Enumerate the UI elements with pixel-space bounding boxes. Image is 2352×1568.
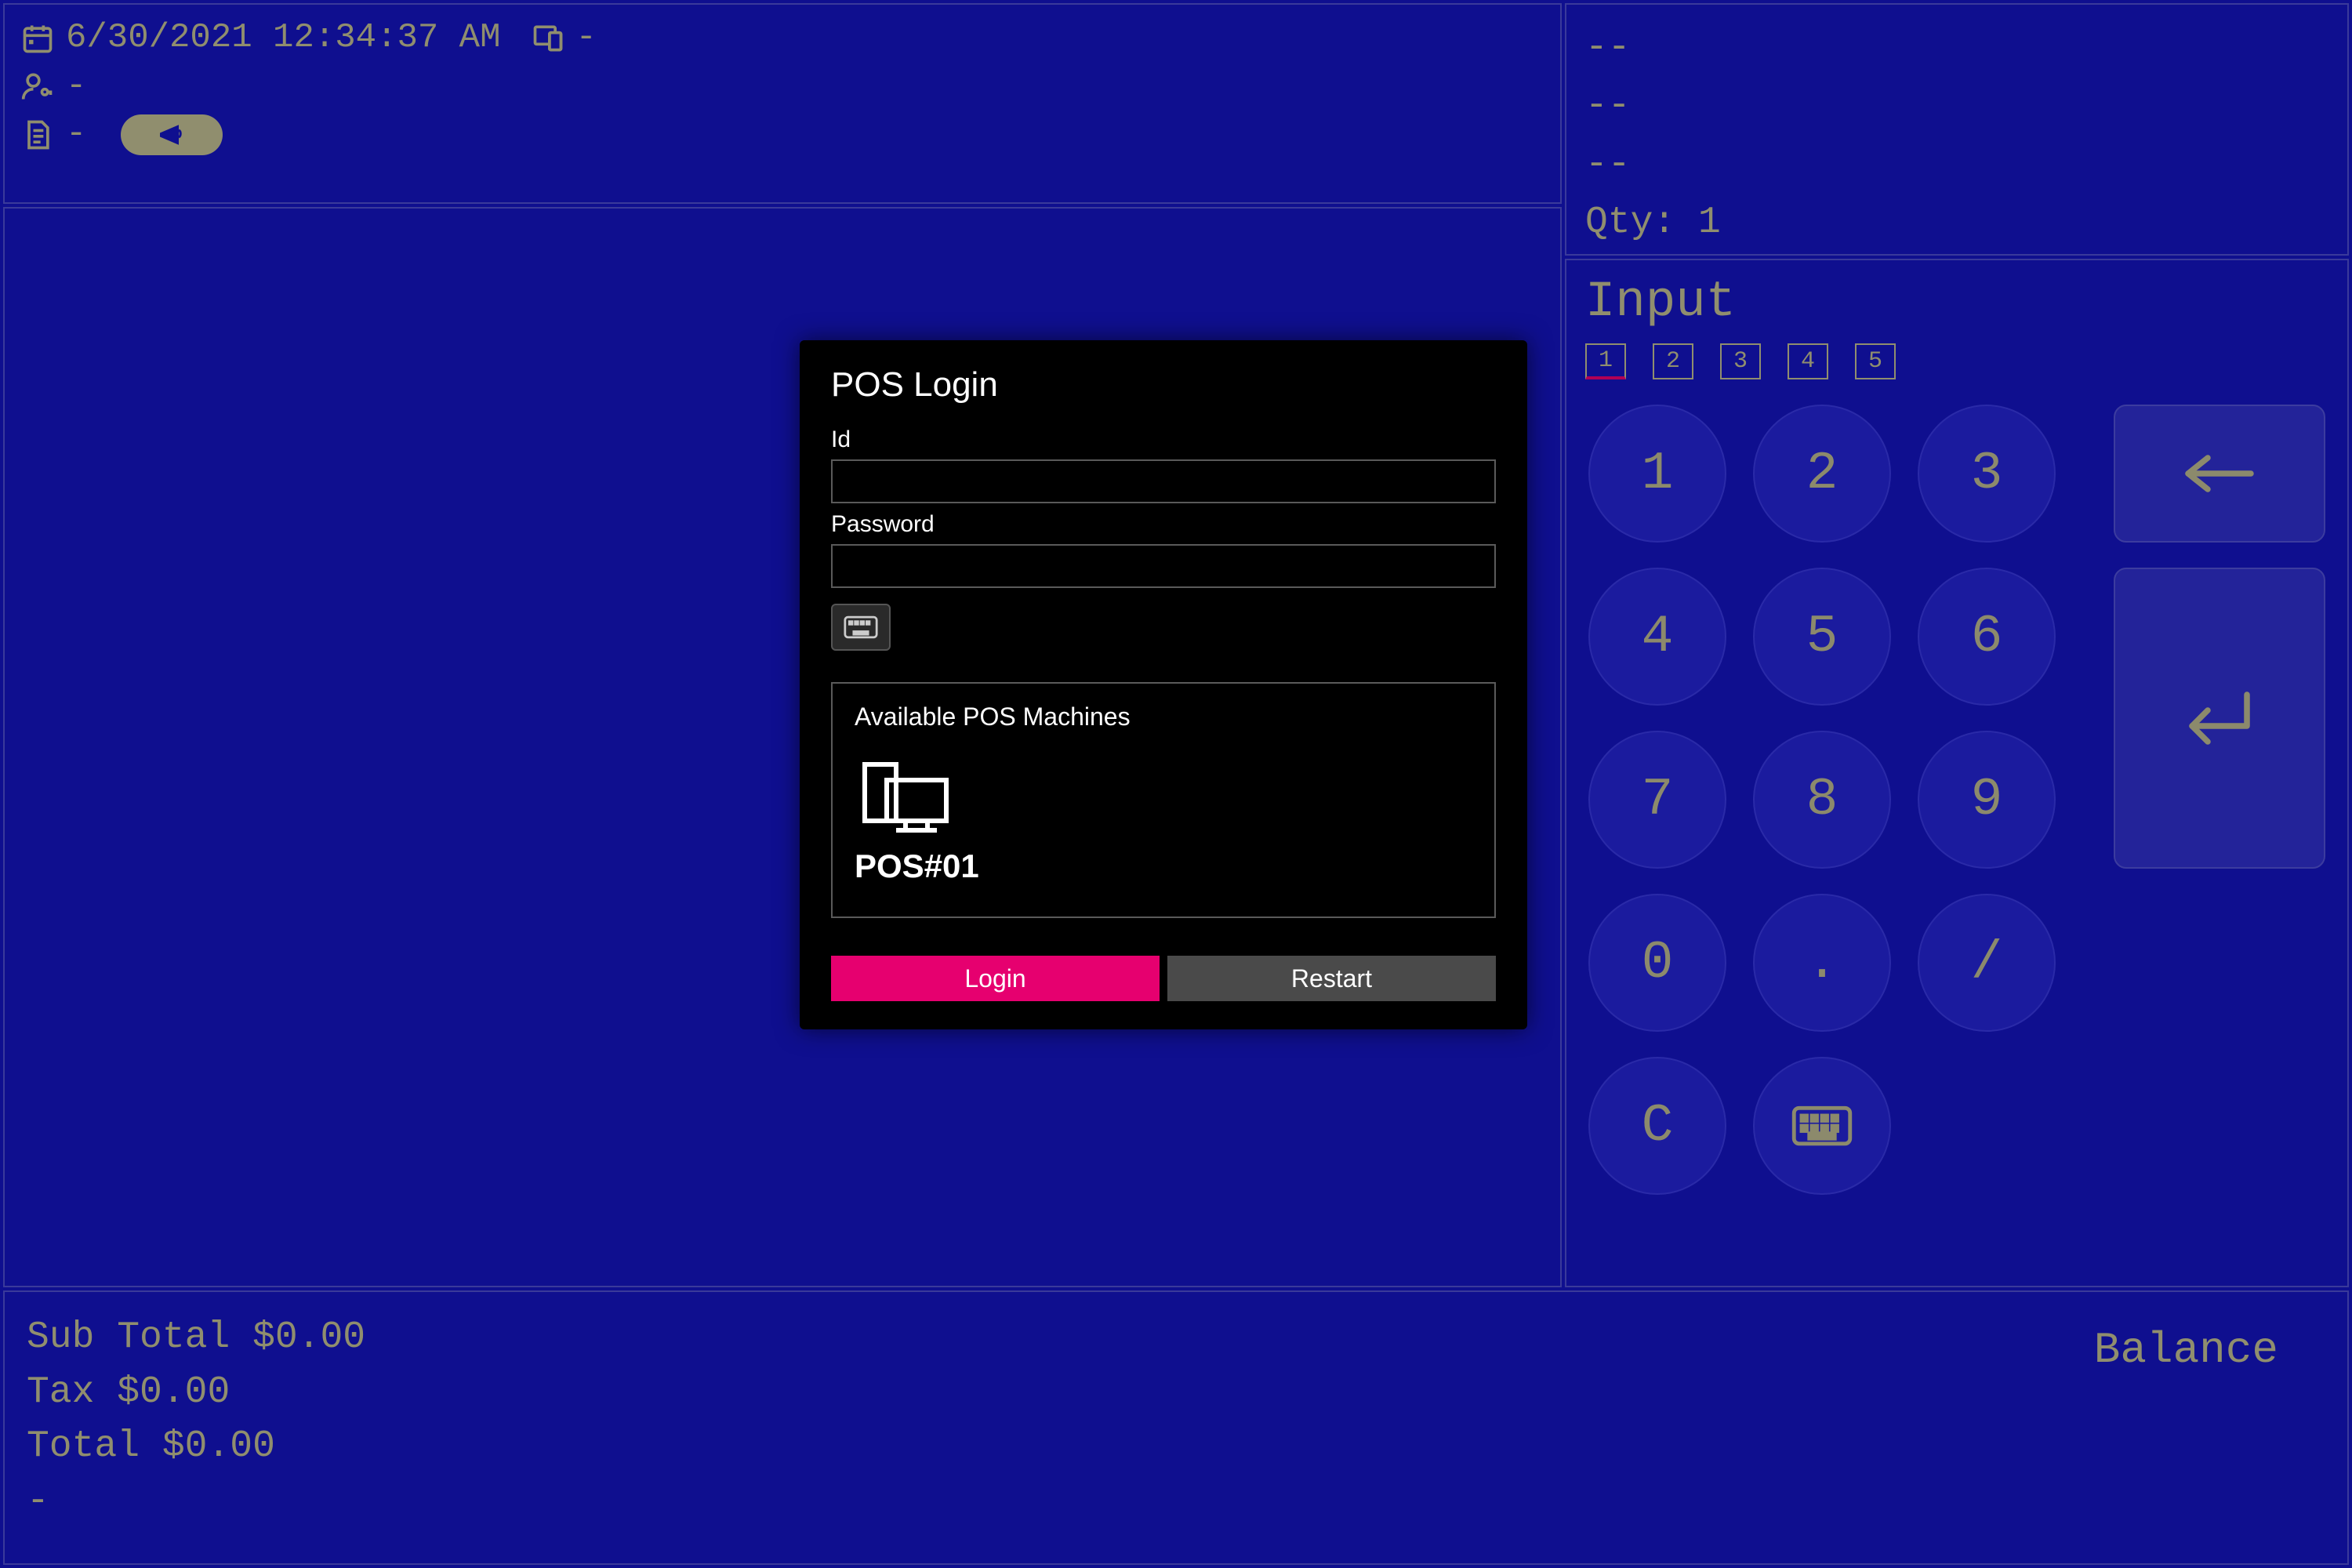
total-line: Total $0.00 <box>27 1420 365 1475</box>
terminal-icon <box>531 21 565 56</box>
totals-bar: Sub Total $0.00 Tax $0.00 Total $0.00 - … <box>3 1290 2349 1565</box>
key-4[interactable]: 4 <box>1588 568 1726 706</box>
balance-label: Balance <box>2094 1311 2325 1544</box>
key-dot[interactable]: . <box>1753 894 1891 1032</box>
key-7[interactable]: 7 <box>1588 731 1726 869</box>
memory-tab-3[interactable]: 3 <box>1720 343 1761 379</box>
qty-label: Qty: <box>1585 201 1675 244</box>
pos-machine-item[interactable]: POS#01 <box>855 758 979 885</box>
pos-machine-label: POS#01 <box>855 848 979 885</box>
memory-tab-1[interactable]: 1 <box>1585 343 1626 379</box>
user-key-icon <box>20 69 55 103</box>
totals-left: Sub Total $0.00 Tax $0.00 Total $0.00 - <box>27 1311 365 1544</box>
subtotal-value: $0.00 <box>252 1316 365 1359</box>
keypad-panel: Input 1 2 3 4 5 1 2 3 4 5 6 7 8 9 0 . / … <box>1565 259 2349 1287</box>
password-input[interactable] <box>831 544 1496 588</box>
key-backspace[interactable] <box>2114 405 2325 543</box>
info-line-1: -- <box>1585 19 2328 77</box>
key-3[interactable]: 3 <box>1918 405 2056 543</box>
key-enter[interactable] <box>2114 568 2325 869</box>
onscreen-keyboard-button[interactable] <box>831 604 891 651</box>
memory-tab-2[interactable]: 2 <box>1653 343 1693 379</box>
announcement-pill[interactable] <box>121 114 223 155</box>
id-input[interactable] <box>831 459 1496 503</box>
key-6[interactable]: 6 <box>1918 568 2056 706</box>
id-label: Id <box>831 426 1496 453</box>
key-slash[interactable]: / <box>1918 894 2056 1032</box>
key-2[interactable]: 2 <box>1753 405 1891 543</box>
info-line-3: -- <box>1585 136 2328 194</box>
calendar-icon <box>20 21 55 56</box>
info-panel: -- -- -- Qty: 1 <box>1565 3 2349 256</box>
memory-tab-5[interactable]: 5 <box>1855 343 1896 379</box>
login-title: POS Login <box>831 365 1496 405</box>
status-terminal: - <box>576 14 597 63</box>
tax-line: Tax $0.00 <box>27 1366 365 1421</box>
available-machines-title: Available POS Machines <box>855 702 1472 731</box>
tax-value: $0.00 <box>117 1371 230 1414</box>
key-keyboard[interactable] <box>1753 1057 1891 1195</box>
key-9[interactable]: 9 <box>1918 731 2056 869</box>
restart-button[interactable]: Restart <box>1167 956 1496 1001</box>
qty-line: Qty: 1 <box>1585 194 2328 252</box>
key-8[interactable]: 8 <box>1753 731 1891 869</box>
document-icon <box>20 118 55 152</box>
key-clear[interactable]: C <box>1588 1057 1726 1195</box>
pos-machine-icon <box>855 758 956 837</box>
key-0[interactable]: 0 <box>1588 894 1726 1032</box>
password-label: Password <box>831 511 1496 538</box>
status-datetime: 6/30/2021 12:34:37 AM <box>66 14 501 63</box>
key-5[interactable]: 5 <box>1753 568 1891 706</box>
keypad-grid: 1 2 3 4 5 6 7 8 9 0 . / C <box>1581 405 2333 1228</box>
input-label: Input <box>1585 274 2333 331</box>
status-doc: - <box>66 111 86 159</box>
extra-line: - <box>27 1475 365 1530</box>
login-button[interactable]: Login <box>831 956 1160 1001</box>
subtotal-line: Sub Total $0.00 <box>27 1311 365 1366</box>
tax-label: Tax <box>27 1371 94 1414</box>
memory-tabs: 1 2 3 4 5 <box>1585 343 2333 379</box>
status-panel: 6/30/2021 12:34:37 AM - - - <box>3 3 1562 204</box>
memory-tab-4[interactable]: 4 <box>1788 343 1828 379</box>
key-1[interactable]: 1 <box>1588 405 1726 543</box>
available-machines-box: Available POS Machines POS#01 <box>831 682 1496 918</box>
subtotal-label: Sub Total <box>27 1316 230 1359</box>
info-line-2: -- <box>1585 77 2328 135</box>
total-value: $0.00 <box>162 1425 275 1468</box>
status-user: - <box>66 63 86 111</box>
login-modal: POS Login Id Password Available POS Mach… <box>800 340 1527 1029</box>
qty-value: 1 <box>1698 201 1721 244</box>
total-label: Total <box>27 1425 140 1468</box>
